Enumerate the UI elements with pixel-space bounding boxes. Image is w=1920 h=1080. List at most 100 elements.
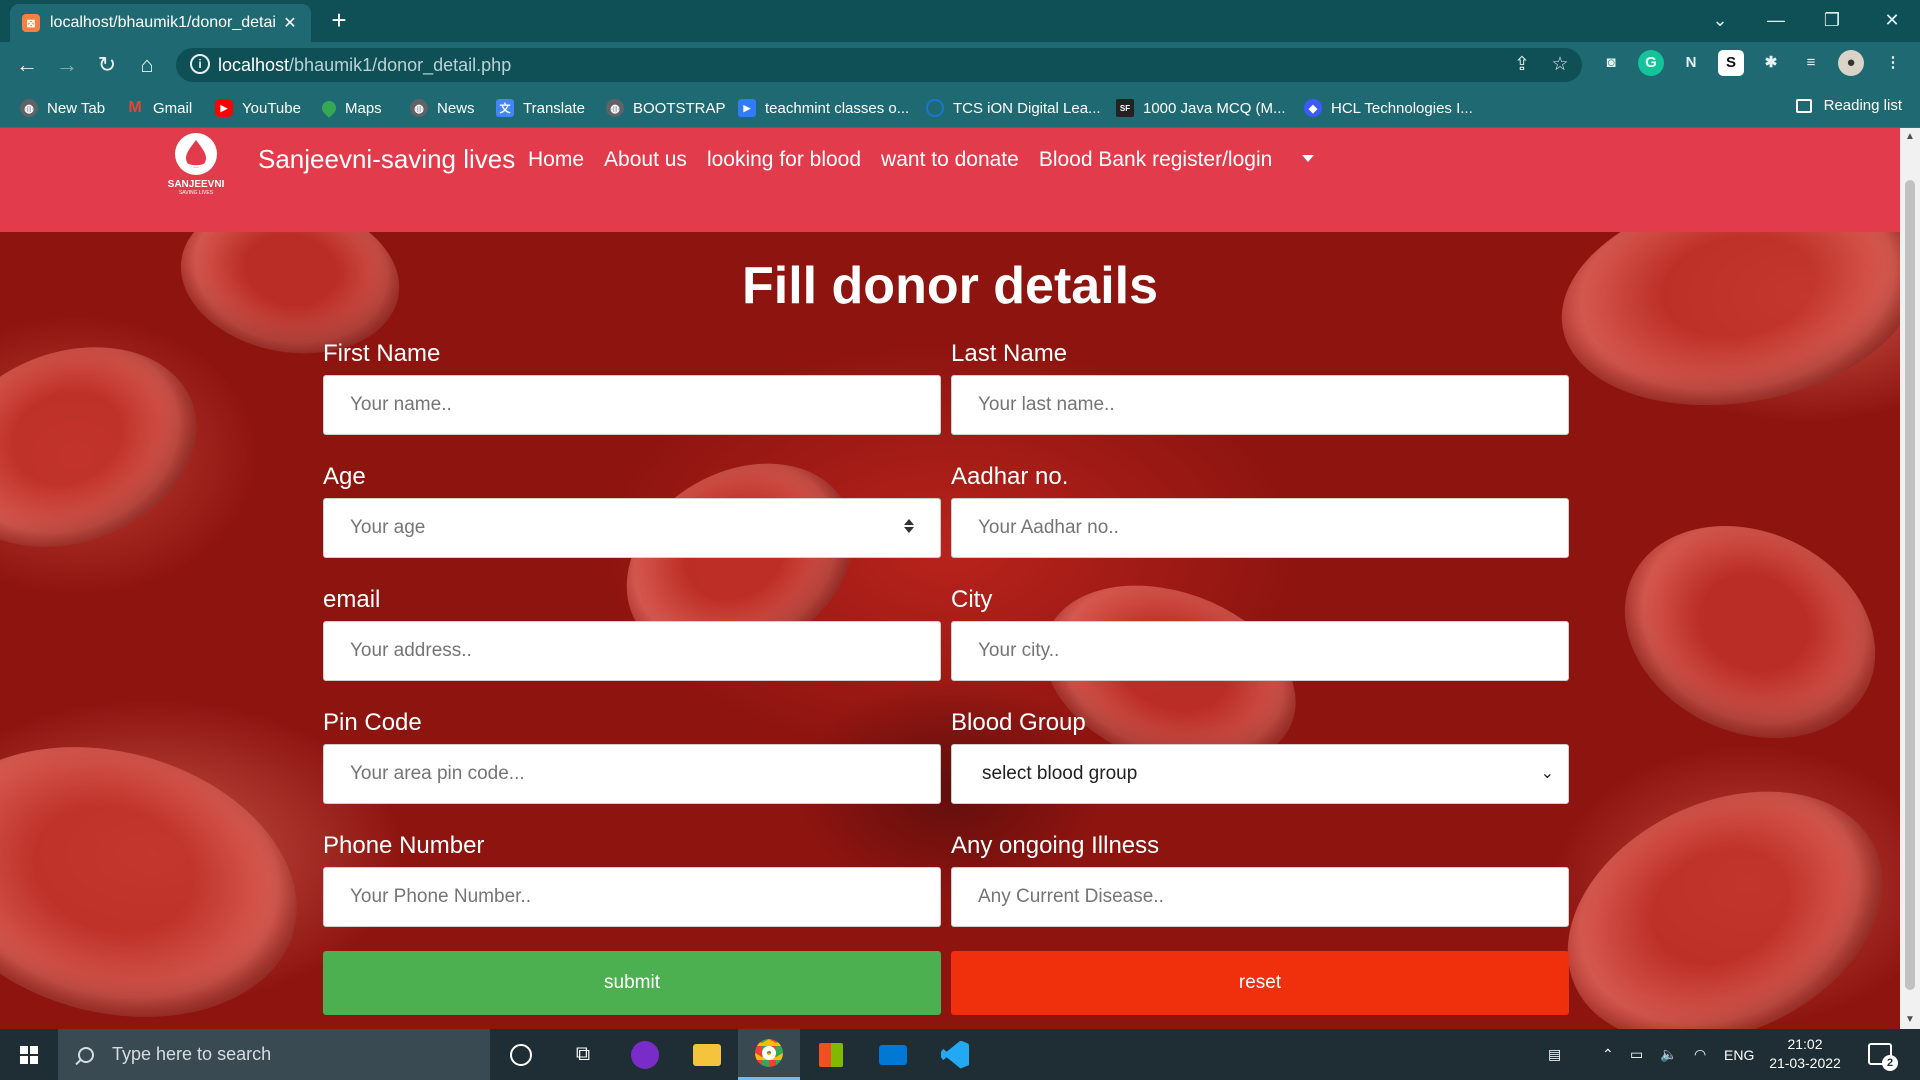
taskbar-app-mail[interactable] (862, 1029, 924, 1080)
chrome-icon (755, 1039, 783, 1067)
last-name-input[interactable] (951, 375, 1569, 435)
bookmark-youtube[interactable]: ▶ YouTube (215, 97, 301, 119)
pin-code-label: Pin Code (323, 709, 422, 736)
bookmark-maps[interactable]: Maps (319, 97, 382, 119)
blood-group-select[interactable]: select blood group ⌄ (951, 744, 1569, 804)
site-info-icon[interactable]: i (190, 54, 210, 74)
submit-button[interactable]: submit (323, 951, 941, 1015)
address-bar[interactable]: i localhost/bhaumik1/donor_detail.php ⇪ … (176, 48, 1582, 82)
age-input[interactable] (323, 498, 941, 558)
site-navbar: SANJEEVNI SAVING LIVES Sanjeevni-saving … (0, 128, 1900, 232)
email-input[interactable] (323, 621, 941, 681)
reading-list-icon (1795, 98, 1812, 113)
new-tab-button[interactable]: + (324, 6, 354, 36)
language-indicator[interactable]: ENG (1724, 1029, 1754, 1080)
news-widget-icon[interactable]: ▤ (1548, 1029, 1561, 1080)
taskbar-clock[interactable]: 21:02 21-03-2022 (1762, 1035, 1848, 1073)
scroll-down-arrow-icon[interactable]: ▼ (1900, 1011, 1920, 1029)
file-explorer-icon (693, 1043, 721, 1066)
battery-icon[interactable]: ▭ (1630, 1029, 1643, 1080)
svg-text:SANJEEVNI: SANJEEVNI (168, 179, 225, 190)
tab-close-icon[interactable]: ✕ (281, 13, 299, 33)
cortana-button[interactable] (490, 1029, 552, 1080)
camera-extension-icon[interactable]: ◙ (1598, 50, 1624, 76)
task-view-button[interactable]: ⧉ (552, 1029, 614, 1080)
nav-home[interactable]: Home (528, 148, 584, 172)
url-text[interactable]: localhost/bhaumik1/donor_detail.php (218, 55, 511, 76)
extensions-puzzle-icon[interactable]: ✱ (1758, 50, 1784, 76)
first-name-input[interactable] (323, 375, 941, 435)
bookmark-label: BOOTSTRAP (633, 99, 726, 117)
windows-logo-icon (20, 1046, 38, 1064)
bookmark-new-tab[interactable]: ◍ New Tab (20, 97, 105, 119)
bookmark-tcs-ion[interactable]: TCS iON Digital Lea... (926, 97, 1101, 119)
minimize-button[interactable]: — (1748, 0, 1804, 42)
city-input[interactable] (951, 621, 1569, 681)
volume-icon[interactable]: 🔈 (1660, 1029, 1677, 1080)
s-extension-icon[interactable]: S (1718, 50, 1744, 76)
number-spinner-icon[interactable] (903, 517, 915, 539)
nav-blood-bank-dropdown[interactable]: Blood Bank register/login (1039, 148, 1315, 172)
bookmark-news[interactable]: ◍ News (410, 97, 475, 119)
bookmark-label: Translate (523, 99, 585, 117)
illness-input[interactable] (951, 867, 1569, 927)
bookmark-hcl[interactable]: ◆ HCL Technologies I... (1304, 97, 1473, 119)
page-scrollbar[interactable]: ▲ ▼ (1900, 128, 1920, 1029)
share-icon[interactable]: ⇪ (1510, 53, 1534, 77)
notion-extension-icon[interactable]: N (1678, 50, 1704, 76)
bookmark-gmail[interactable]: M Gmail (126, 97, 192, 119)
bookmark-star-icon[interactable]: ☆ (1548, 53, 1572, 77)
window-close-button[interactable]: ✕ (1864, 0, 1920, 42)
pin-code-input[interactable] (323, 744, 941, 804)
bookmarks-bar: ◍ New Tab M Gmail ▶ YouTube Maps ◍ News 文 Tra… (0, 88, 1920, 128)
blood-group-selected: select blood group (982, 763, 1138, 784)
scrollbar-thumb[interactable] (1905, 180, 1915, 990)
taskbar-app-chrome[interactable] (738, 1029, 800, 1080)
profile-avatar-icon[interactable]: ● (1838, 50, 1864, 76)
sanjeevni-logo[interactable]: SANJEEVNI SAVING LIVES (158, 132, 234, 196)
show-hidden-icons-chevron-icon[interactable]: ⌃ (1602, 1029, 1614, 1080)
reload-icon[interactable]: ↻ (92, 50, 122, 80)
taskbar-app-tor[interactable] (614, 1029, 676, 1080)
nav-want-to-donate[interactable]: want to donate (881, 148, 1019, 172)
donor-form-section: Fill donor details First Name Last Name … (0, 232, 1900, 1029)
mail-icon (879, 1044, 907, 1065)
last-name-label: Last Name (951, 340, 1068, 367)
bookmark-label: Gmail (153, 99, 193, 117)
start-button[interactable] (0, 1029, 58, 1080)
tab-search-icon[interactable]: ⌄ (1692, 0, 1748, 42)
age-label: Age (323, 463, 366, 490)
grammarly-extension-icon[interactable]: G (1638, 50, 1664, 76)
scroll-up-arrow-icon[interactable]: ▲ (1900, 128, 1920, 146)
tab-title: localhost/bhaumik1/donor_detail (50, 14, 275, 31)
media-queue-icon[interactable]: ≡ (1798, 50, 1824, 76)
blood-group-label: Blood Group (951, 709, 1086, 736)
site-brand[interactable]: Sanjeevni-saving lives (258, 144, 515, 175)
back-arrow-icon[interactable]: ← (12, 50, 42, 80)
nav-about-us[interactable]: About us (604, 148, 687, 172)
taskbar-app-explorer[interactable] (676, 1029, 738, 1080)
forward-arrow-icon[interactable]: → (52, 50, 82, 80)
phone-number-input[interactable] (323, 867, 941, 927)
caret-down-icon (1302, 155, 1315, 162)
blood-cell-decoration (0, 707, 328, 1029)
bookmark-label: HCL Technologies I... (1331, 99, 1473, 117)
reading-list-button[interactable]: Reading list (1795, 97, 1902, 114)
browser-tab[interactable]: ⊠ localhost/bhaumik1/donor_detail ✕ (10, 4, 311, 42)
restore-button[interactable]: ❐ (1804, 0, 1860, 42)
reset-button[interactable]: reset (951, 951, 1569, 1015)
bookmark-teachmint[interactable]: ▶ teachmint classes o... (738, 97, 909, 119)
home-icon[interactable]: ⌂ (132, 50, 162, 80)
bookmark-translate[interactable]: 文 Translate (496, 97, 585, 119)
wifi-icon[interactable]: ◠ (1694, 1029, 1706, 1080)
taskbar-app-vscode[interactable] (924, 1029, 986, 1080)
taskbar-search-box[interactable]: Type here to search (58, 1029, 490, 1080)
bookmark-bootstrap[interactable]: ◍ BOOTSTRAP (606, 97, 726, 119)
aadhar-label: Aadhar no. (951, 463, 1069, 490)
taskbar-app-store[interactable] (800, 1029, 862, 1080)
bookmark-java-mcq[interactable]: SF 1000 Java MCQ (M... (1116, 97, 1286, 119)
nav-looking-for-blood[interactable]: looking for blood (707, 148, 861, 172)
browser-menu-icon[interactable]: ⋮ (1880, 50, 1906, 76)
aadhar-input[interactable] (951, 498, 1569, 558)
notification-center-icon[interactable]: 2 (1868, 1043, 1898, 1071)
